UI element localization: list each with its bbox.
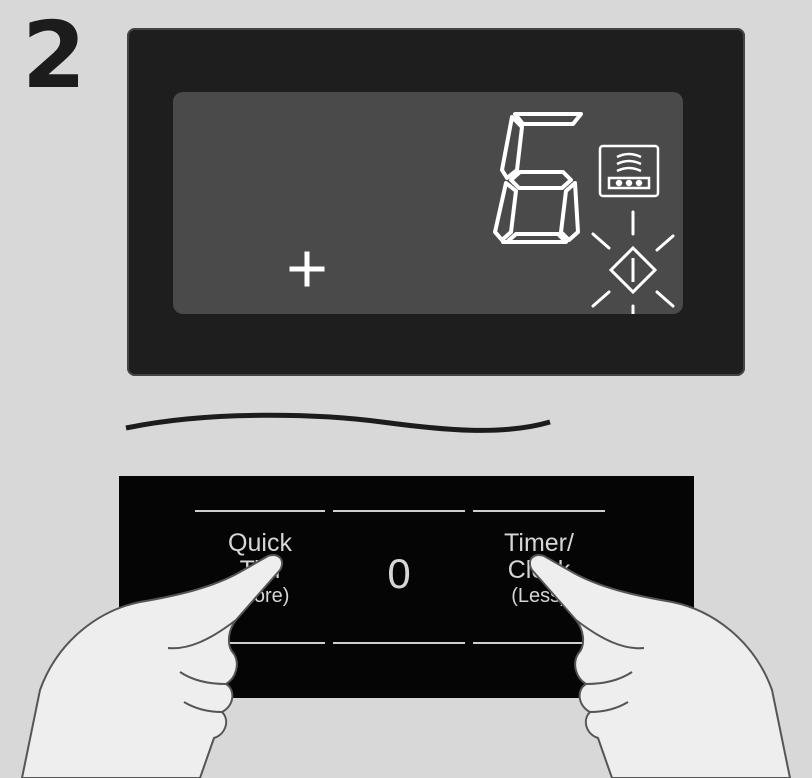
hands-overlay [21, 554, 791, 778]
instruction-illustration: 2 Quick (More) 0 Timer/ (Less) [0, 0, 812, 778]
right-hand [528, 554, 791, 778]
left-hand [21, 554, 284, 778]
